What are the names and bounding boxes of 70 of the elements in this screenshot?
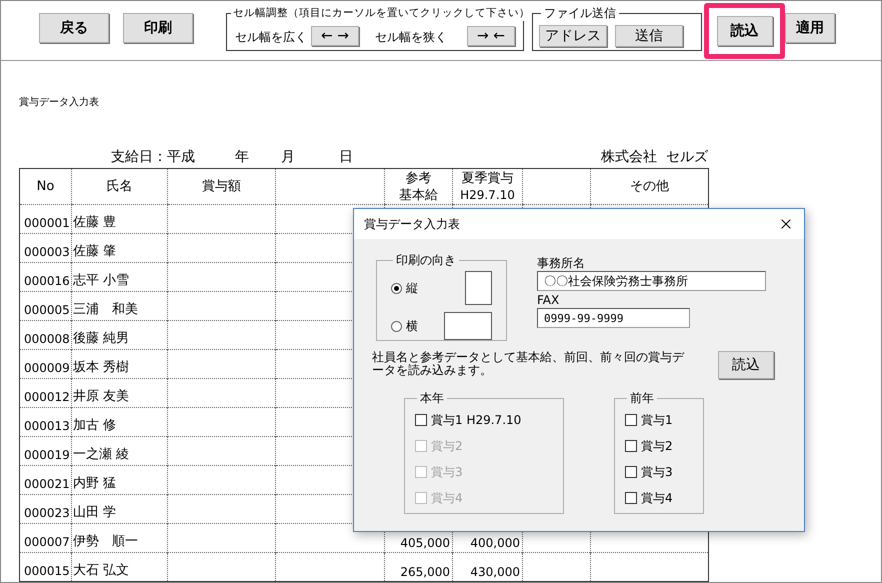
radio-button[interactable]: 縦 [391, 279, 418, 297]
number-cell: 000013 [20, 408, 72, 436]
sheet-caption: 賞与データ入力表 [19, 97, 99, 109]
send-button[interactable]: アドレス [539, 25, 607, 47]
narrow-label: セル幅を狭く [375, 29, 447, 46]
name-cell: 後藤 純男 [72, 320, 168, 350]
name-cell: 志平 小雪 [72, 262, 168, 292]
column-header: 参考 基本給 [384, 168, 452, 204]
field-label: 事務所名 [537, 255, 585, 271]
field-label: FAX [537, 292, 560, 308]
name-cell: 井原 友美 [72, 378, 168, 408]
number-cell: 000015 [20, 552, 72, 582]
number-cell: 000016 [20, 262, 72, 292]
column-header: No [20, 168, 72, 204]
name-cell: 坂本 秀樹 [72, 350, 168, 378]
name-cell: 佐藤 豊 [72, 204, 168, 234]
bonus-cell: 430,000 [452, 552, 522, 582]
group-title: 前年 [629, 390, 655, 407]
checkbox[interactable]: 賞与1 H29.7.10 [415, 407, 553, 433]
dialog-load-button[interactable]: 読込 [718, 351, 774, 379]
name-cell: 三浦 和美 [72, 292, 168, 320]
number-cell: 000005 [20, 292, 72, 320]
pay-date-label: 支給日：平成 [111, 148, 195, 167]
apply-button[interactable]: 適用 [785, 13, 835, 43]
checkbox[interactable]: 賞与2 [625, 433, 693, 459]
dialog-title: 賞与データ入力表 [364, 216, 460, 233]
fax-field[interactable]: 0999-99-9999 [537, 308, 690, 328]
column-header: 夏季賞与 H29.7.10 [452, 168, 522, 204]
toolbar-button[interactable]: 印刷 [123, 13, 193, 43]
load-button[interactable]: 読込 [716, 16, 772, 46]
company-name: 株式会社 セルズ [601, 148, 708, 167]
office-name-field[interactable]: 〇〇社会保険労務士事務所 [537, 271, 766, 291]
number-cell: 000012 [20, 378, 72, 408]
group-title: 本年 [419, 390, 445, 407]
month-label: 月 [281, 148, 295, 167]
number-cell: 000019 [20, 436, 72, 466]
portrait-page-icon [465, 271, 492, 305]
name-cell: 山田 学 [72, 494, 168, 524]
widen-label: セル幅を広く [235, 29, 307, 46]
column-header: 氏名 [72, 168, 168, 204]
number-cell: 000003 [20, 234, 72, 262]
column-header: 賞与額 [168, 168, 276, 204]
number-cell: 000008 [20, 320, 72, 350]
number-cell: 000001 [20, 204, 72, 234]
narrow-button[interactable]: → ← [467, 26, 515, 46]
name-cell: 伊勢 順一 [72, 524, 168, 552]
send-button[interactable]: 送信 [615, 25, 683, 47]
landscape-page-icon [444, 312, 492, 340]
name-cell: 加古 修 [72, 408, 168, 436]
checkbox[interactable]: 賞与3 [625, 459, 693, 485]
number-cell: 000021 [20, 466, 72, 494]
column-header: その他 [590, 168, 708, 204]
group-title: ファイル送信 [541, 5, 619, 21]
name-cell: 大石 弘文 [72, 552, 168, 582]
toolbar-button[interactable]: 戻る [39, 13, 109, 43]
group-title: 印刷の向き [395, 252, 457, 269]
name-cell: 一之瀬 綾 [72, 436, 168, 466]
name-cell: 佐藤 肇 [72, 234, 168, 262]
number-cell: 000009 [20, 350, 72, 378]
description-text: 社員名と参考データとして基本給、前回、前々回の賞与データを読み込みます。 [372, 351, 684, 377]
name-cell: 内野 猛 [72, 466, 168, 494]
checkbox[interactable]: 賞与4 [625, 485, 693, 511]
number-cell: 000023 [20, 494, 72, 524]
radio-button[interactable]: 横 [391, 317, 418, 335]
year-label: 年 [235, 148, 249, 167]
base-pay-cell: 265,000 [384, 552, 452, 582]
number-cell: 000007 [20, 524, 72, 552]
day-label: 日 [339, 148, 353, 167]
checkbox[interactable]: 賞与1 [625, 407, 693, 433]
widen-button[interactable]: ← → [311, 26, 359, 46]
